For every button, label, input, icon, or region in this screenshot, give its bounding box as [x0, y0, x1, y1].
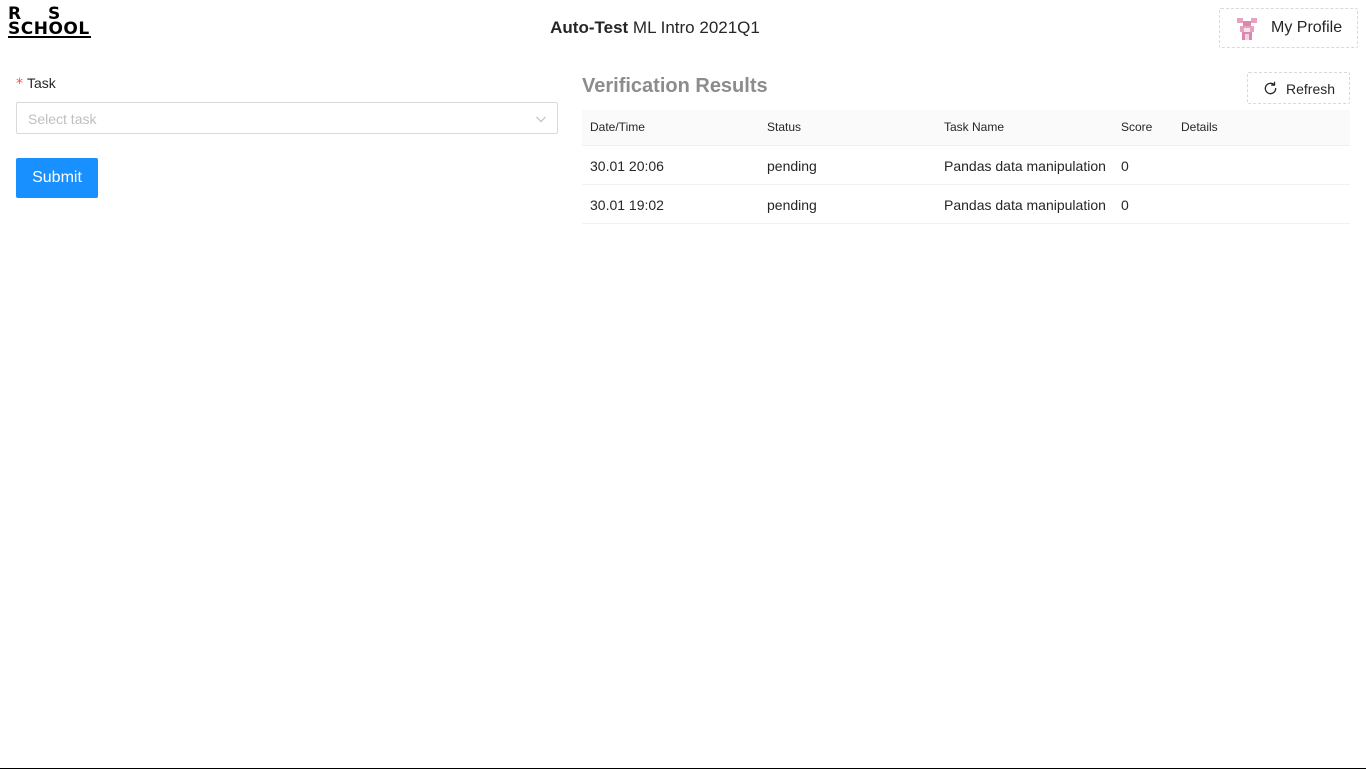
- page-title-course: ML Intro 2021Q1: [628, 18, 760, 37]
- verification-results-table: Date/Time Status Task Name Score Details…: [582, 110, 1350, 224]
- submit-button[interactable]: Submit: [16, 158, 98, 198]
- my-profile-label: My Profile: [1271, 19, 1343, 36]
- reload-icon: [1264, 81, 1277, 95]
- verification-results-title: Verification Results: [582, 75, 768, 97]
- avatar-icon: [1237, 18, 1257, 40]
- cell-score: 0: [1121, 158, 1129, 174]
- task-label-text: Task: [27, 75, 56, 91]
- column-header-score: Score: [1121, 120, 1153, 134]
- column-header-datetime: Date/Time: [590, 120, 645, 134]
- task-field-label: * Task: [16, 75, 56, 92]
- cell-status: pending: [767, 158, 817, 174]
- refresh-label: Refresh: [1286, 81, 1336, 97]
- cell-task-name: Pandas data manipulation: [944, 197, 1106, 213]
- page-title-bold: Auto-Test: [550, 18, 629, 37]
- cell-datetime: 30.01 19:02: [590, 197, 664, 213]
- table-header: Date/Time Status Task Name Score Details: [582, 110, 1350, 146]
- column-header-status: Status: [767, 120, 802, 134]
- my-profile-button[interactable]: My Profile: [1219, 8, 1358, 48]
- column-header-task-name: Task Name: [944, 120, 1005, 134]
- table-row: 30.01 20:06 pending Pandas data manipula…: [582, 146, 1350, 185]
- cell-task-name: Pandas data manipulation: [944, 158, 1106, 174]
- cell-status: pending: [767, 197, 817, 213]
- table-row: 30.01 19:02 pending Pandas data manipula…: [582, 185, 1350, 224]
- column-header-details: Details: [1181, 120, 1218, 134]
- page-title: Auto-Test ML Intro 2021Q1: [0, 18, 1310, 38]
- task-select-placeholder: Select task: [28, 111, 97, 127]
- required-mark: *: [16, 76, 23, 92]
- cell-score: 0: [1121, 197, 1129, 213]
- task-select[interactable]: Select task: [16, 102, 558, 134]
- cell-datetime: 30.01 20:06: [590, 158, 664, 174]
- header: R S SCHOOL Auto-Test ML Intro 2021Q1 My …: [0, 0, 1366, 56]
- refresh-button[interactable]: Refresh: [1247, 72, 1350, 104]
- chevron-down-icon: [536, 116, 546, 123]
